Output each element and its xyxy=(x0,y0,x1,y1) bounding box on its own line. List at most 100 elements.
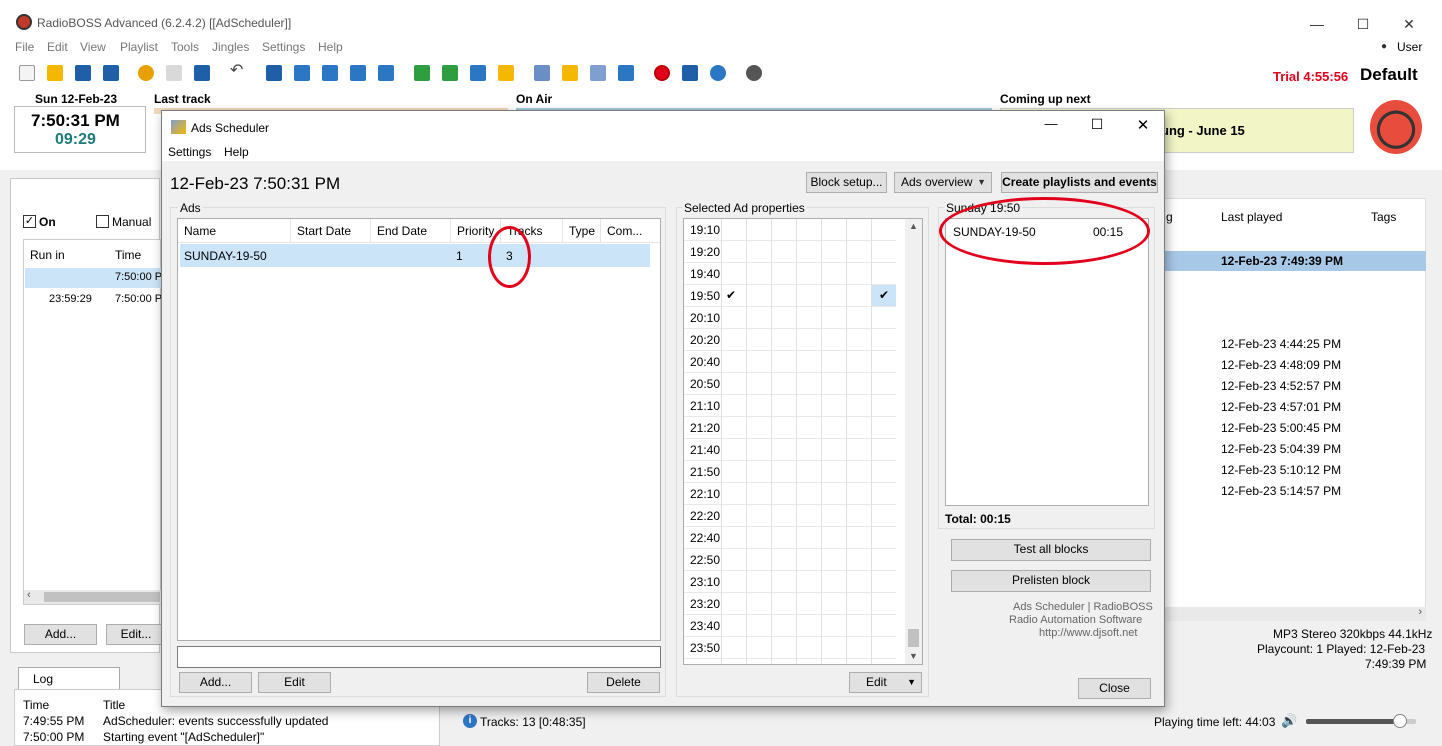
ads-overview-dropdown[interactable]: Ads overview ▼ xyxy=(894,172,992,193)
history-item[interactable]: 12-Feb-23 4:48:09 PM xyxy=(1221,358,1341,372)
col-tags[interactable]: Tags xyxy=(1371,210,1396,224)
col-type[interactable]: Type xyxy=(563,219,601,243)
save-as-icon[interactable] xyxy=(103,65,119,81)
menu-file[interactable]: File xyxy=(15,40,34,54)
block-setup-button[interactable]: Block setup... xyxy=(806,172,887,193)
time-row[interactable]: 20:50 xyxy=(684,373,896,395)
scroll-up-icon[interactable]: ▲ xyxy=(909,221,918,231)
scheduler-icon[interactable] xyxy=(534,65,550,81)
ads-add-button[interactable]: Add... xyxy=(179,672,252,693)
on-checkbox[interactable]: ✓ xyxy=(23,215,36,228)
history-item[interactable]: 12-Feb-23 5:04:39 PM xyxy=(1221,442,1341,456)
time-row[interactable]: 21:40 xyxy=(684,439,896,461)
user-label[interactable]: User xyxy=(1397,40,1422,54)
gear-icon[interactable] xyxy=(746,65,762,81)
time-grid-scrollbar[interactable]: ▲ ▼ xyxy=(905,219,922,664)
time-row[interactable]: 21:20 xyxy=(684,417,896,439)
time-row[interactable]: 23:40 xyxy=(684,615,896,637)
col-comment[interactable]: Com... xyxy=(601,219,660,243)
volume-icon[interactable]: 🔊 xyxy=(1281,713,1297,729)
history-item[interactable]: 12-Feb-23 4:44:25 PM xyxy=(1221,337,1341,351)
ads-scheduler-icon[interactable] xyxy=(590,65,606,81)
time-row[interactable]: 22:10 xyxy=(684,483,896,505)
record-icon[interactable] xyxy=(654,65,670,81)
menu-playlist[interactable]: Playlist xyxy=(120,40,158,54)
scroll-thumb[interactable] xyxy=(44,592,160,602)
open-folder-icon[interactable] xyxy=(47,65,63,81)
menu-tools[interactable]: Tools xyxy=(171,40,199,54)
create-playlists-button[interactable]: Create playlists and events xyxy=(1001,172,1158,193)
add-stream-icon[interactable] xyxy=(470,65,486,81)
dialog-maximize-button[interactable]: ☐ xyxy=(1074,116,1120,138)
horizontal-scrollbar[interactable]: ‹ xyxy=(24,589,161,604)
ad-row[interactable]: SUNDAY-19-50 1 3 xyxy=(180,244,650,267)
time-row[interactable]: 23:10 xyxy=(684,571,896,593)
history-item[interactable]: 12-Feb-23 5:00:45 PM xyxy=(1221,421,1341,435)
event-row[interactable]: 23:59:29 7:50:00 P xyxy=(25,290,162,310)
events-add-button[interactable]: Add... xyxy=(24,624,97,645)
events-edit-button[interactable]: Edit... xyxy=(106,624,166,645)
time-row[interactable]: 23:20 xyxy=(684,593,896,615)
time-row[interactable]: 19:20 xyxy=(684,241,896,263)
scroll-thumb[interactable] xyxy=(908,629,919,647)
layout-5-icon[interactable] xyxy=(378,65,394,81)
manual-checkbox[interactable] xyxy=(96,215,109,228)
add-command-icon[interactable] xyxy=(498,65,514,81)
selected-track-row[interactable]: 12-Feb-23 7:49:39 PM xyxy=(1161,251,1426,271)
time-row[interactable]: 19:10 xyxy=(684,219,896,241)
layout-4-icon[interactable] xyxy=(350,65,366,81)
menu-jingles[interactable]: Jingles xyxy=(212,40,249,54)
time-row[interactable]: 20:20 xyxy=(684,329,896,351)
properties-edit-dropdown[interactable]: Edit ▼ xyxy=(849,672,922,693)
col-name[interactable]: Name xyxy=(178,219,291,243)
test-all-blocks-button[interactable]: Test all blocks xyxy=(951,539,1151,561)
volume-slider[interactable] xyxy=(1306,714,1416,728)
layout-3-icon[interactable] xyxy=(322,65,338,81)
event-row[interactable]: 7:50:00 P xyxy=(25,268,162,288)
col-run-in[interactable]: Run in xyxy=(30,248,65,262)
menu-help[interactable]: Help xyxy=(318,40,343,54)
copy-icon[interactable] xyxy=(166,65,182,81)
ads-edit-button[interactable]: Edit xyxy=(258,672,331,693)
log-col-title[interactable]: Title xyxy=(103,698,125,712)
globe-icon[interactable] xyxy=(710,65,726,81)
undo-icon[interactable]: ↶ xyxy=(230,63,246,79)
time-row[interactable]: 22:40 xyxy=(684,527,896,549)
maximize-button[interactable]: ☐ xyxy=(1340,10,1386,38)
dialog-menu-help[interactable]: Help xyxy=(224,145,249,159)
save-icon[interactable] xyxy=(75,65,91,81)
time-row[interactable]: 20:10 xyxy=(684,307,896,329)
volume-knob[interactable] xyxy=(1392,714,1407,728)
menu-edit[interactable]: Edit xyxy=(47,40,68,54)
col-start-date[interactable]: Start Date xyxy=(291,219,371,243)
history-item[interactable]: 12-Feb-23 4:52:57 PM xyxy=(1221,379,1341,393)
time-row[interactable]: 22:50 xyxy=(684,549,896,571)
close-button[interactable]: ✕ xyxy=(1386,10,1432,38)
close-dialog-button[interactable]: Close xyxy=(1078,678,1151,699)
time-row[interactable]: 19:40 xyxy=(684,263,896,285)
dialog-menu-settings[interactable]: Settings xyxy=(168,145,211,159)
scroll-left-icon[interactable]: ‹ xyxy=(27,589,31,601)
prelisten-block-button[interactable]: Prelisten block xyxy=(951,570,1151,592)
col-time[interactable]: Time xyxy=(115,248,141,262)
scroll-right-icon[interactable]: › xyxy=(1418,606,1422,618)
history-item[interactable]: 12-Feb-23 5:10:12 PM xyxy=(1221,463,1341,477)
scroll-down-icon[interactable]: ▼ xyxy=(909,651,918,661)
cut-icon[interactable] xyxy=(138,65,154,81)
layout-1-icon[interactable] xyxy=(266,65,282,81)
check-cell-selected[interactable]: ✔ xyxy=(872,285,896,306)
col-g[interactable]: g xyxy=(1166,210,1173,224)
new-file-icon[interactable] xyxy=(19,65,35,81)
ads-filter-input[interactable] xyxy=(177,646,661,668)
jingle-icon[interactable] xyxy=(562,65,578,81)
log-tab[interactable]: Log xyxy=(18,667,120,689)
report-icon[interactable] xyxy=(618,65,634,81)
col-end-date[interactable]: End Date xyxy=(371,219,451,243)
dialog-close-button[interactable]: ✕ xyxy=(1120,116,1166,138)
time-row[interactable]: 21:10 xyxy=(684,395,896,417)
log-col-time[interactable]: Time xyxy=(23,698,49,712)
menu-settings[interactable]: Settings xyxy=(262,40,305,54)
ads-delete-button[interactable]: Delete xyxy=(587,672,660,693)
time-row[interactable]: 21:50 xyxy=(684,461,896,483)
trial-label[interactable]: Trial 4:55:56 xyxy=(1273,69,1348,84)
